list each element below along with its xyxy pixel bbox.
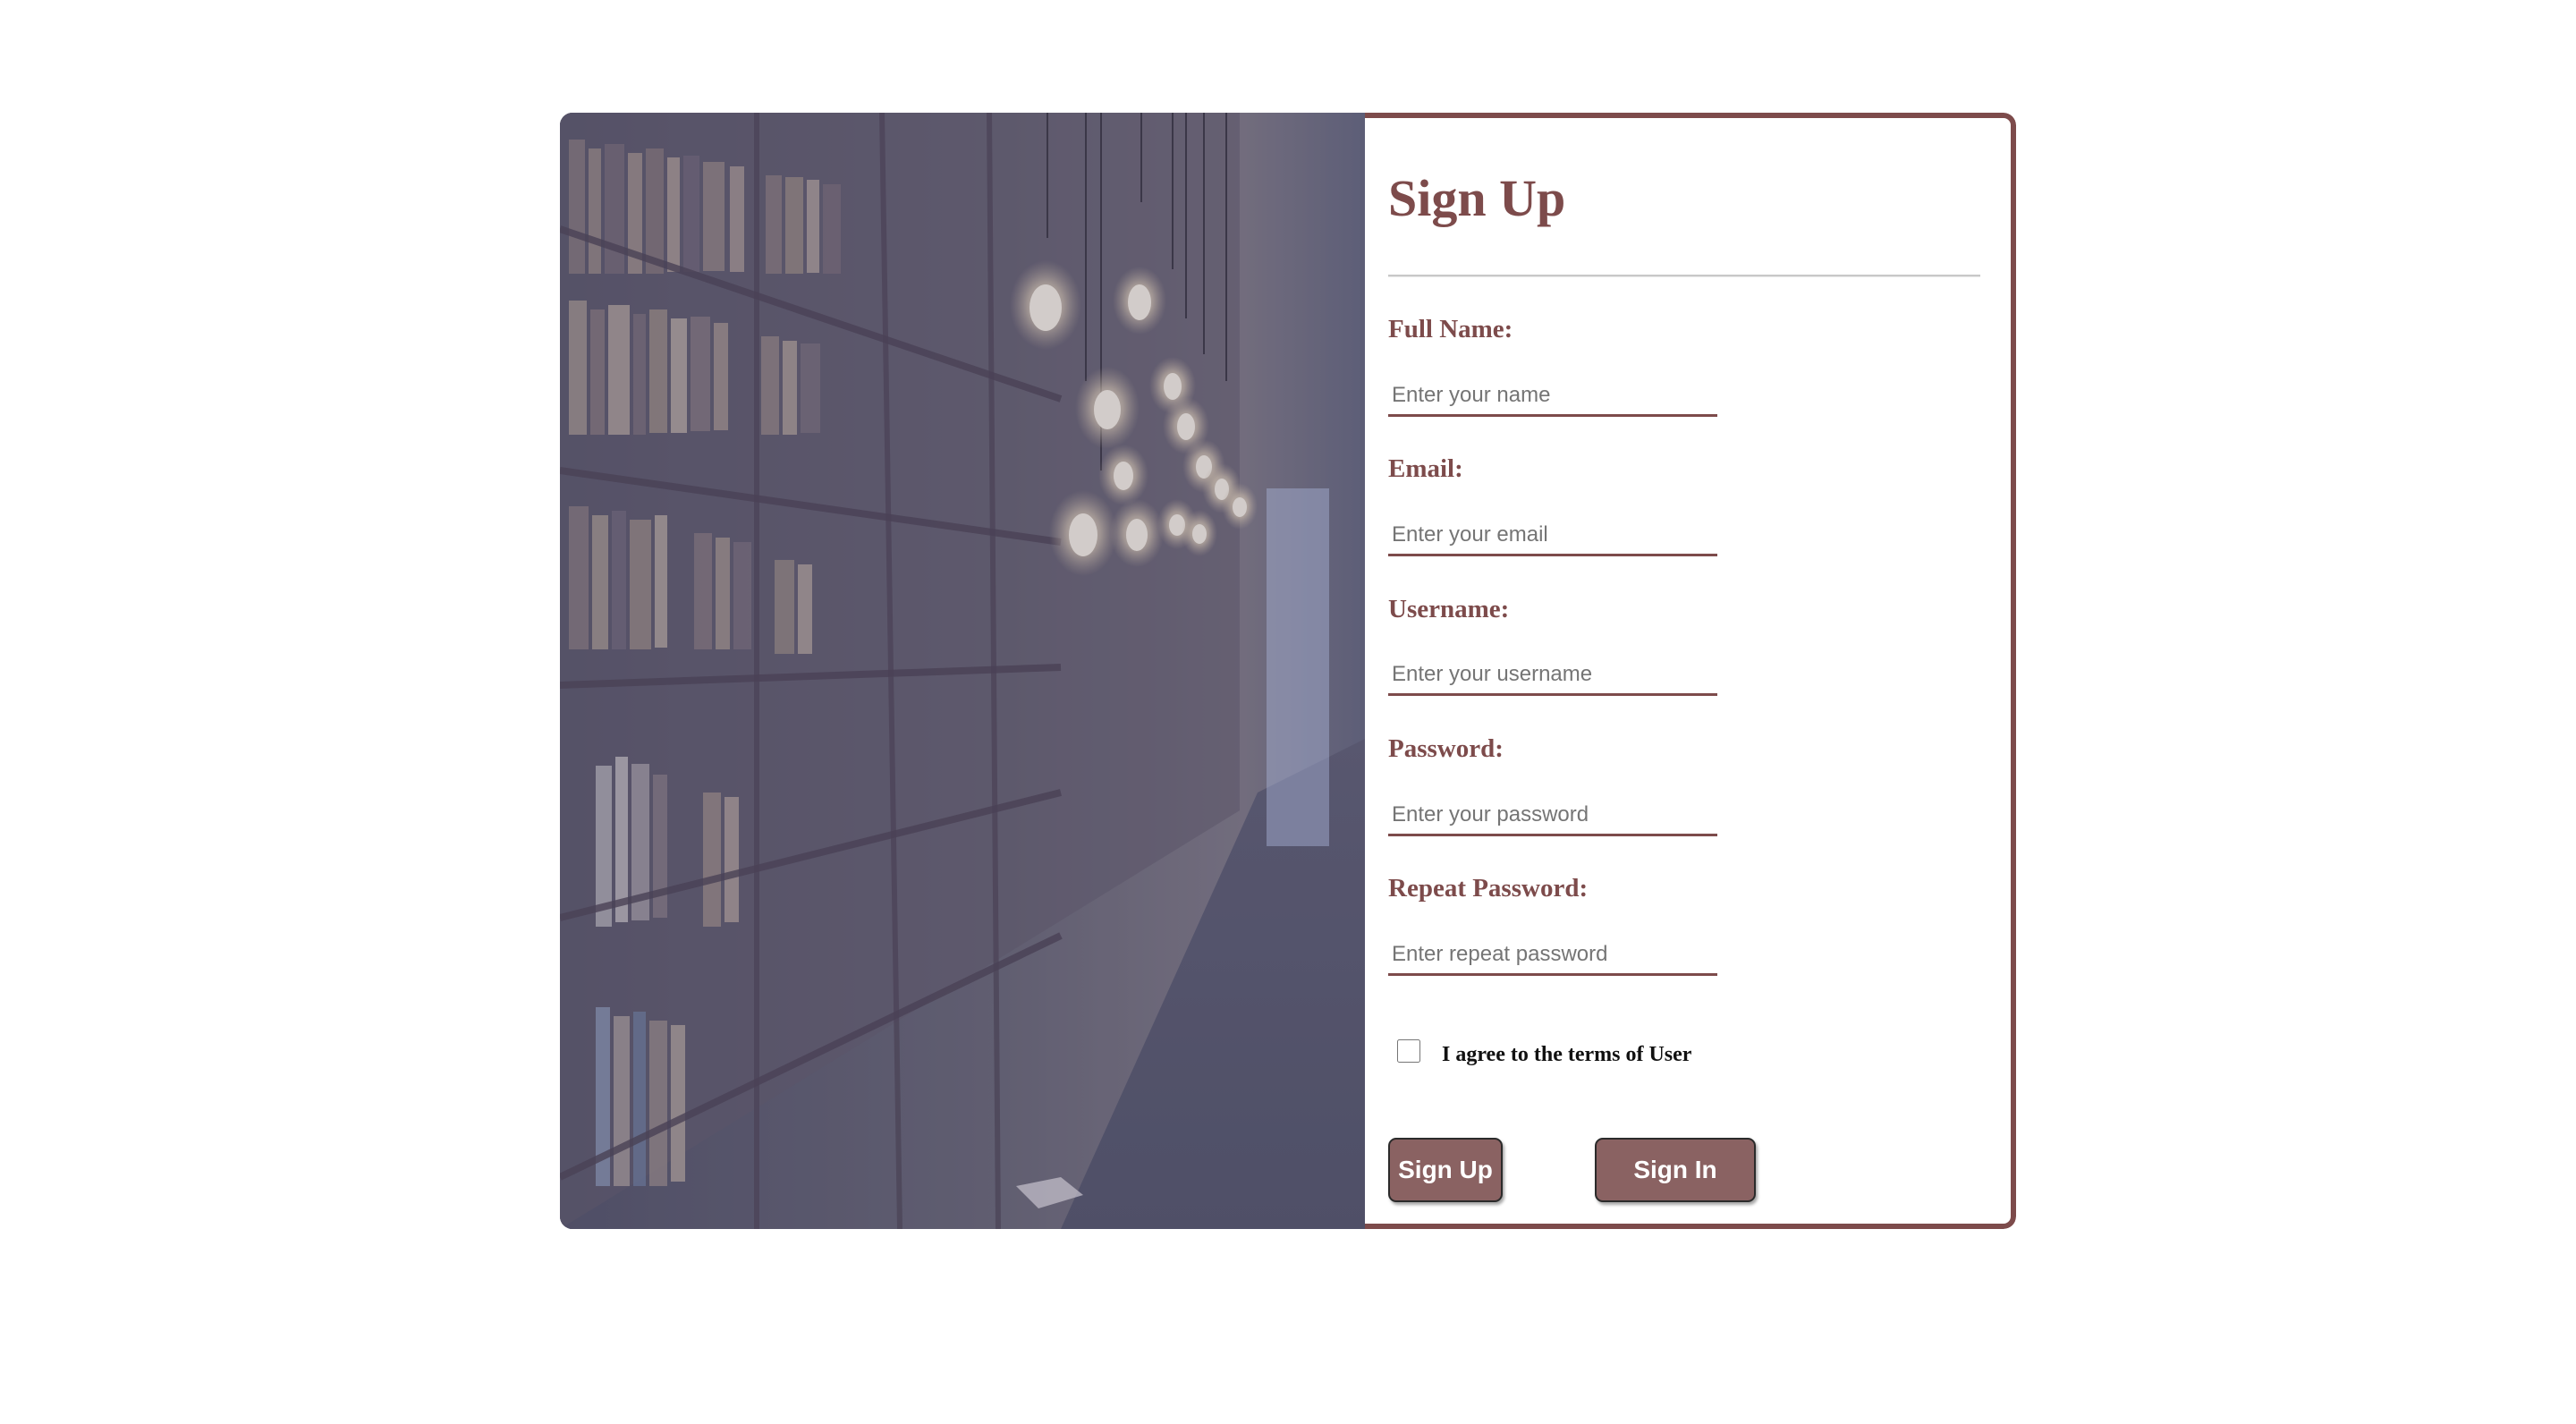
terms-label: I agree to the terms of User [1442,1043,1692,1066]
signup-card: Sign Up Full Name: Email: Username: Pass… [560,113,2016,1229]
full-name-input[interactable] [1388,376,1717,417]
library-photo-illustration [560,113,1365,1229]
library-photo [560,113,1365,1229]
username-input[interactable] [1388,655,1717,696]
email-input[interactable] [1388,515,1717,556]
repeat-password-input[interactable] [1388,935,1717,976]
username-label: Username: [1388,595,1510,623]
title-divider [1388,275,1980,277]
password-label: Password: [1388,734,1504,763]
email-label: Email: [1388,454,1463,483]
sign-up-button[interactable]: Sign Up [1388,1138,1503,1202]
repeat-password-label: Repeat Password: [1388,874,1589,903]
signup-form: Sign Up Full Name: Email: Username: Pass… [1365,113,2016,1229]
password-input[interactable] [1388,795,1717,836]
full-name-label: Full Name: [1388,315,1513,343]
sign-in-button[interactable]: Sign In [1595,1138,1756,1202]
page-title: Sign Up [1388,169,1566,227]
terms-checkbox[interactable] [1397,1039,1420,1063]
